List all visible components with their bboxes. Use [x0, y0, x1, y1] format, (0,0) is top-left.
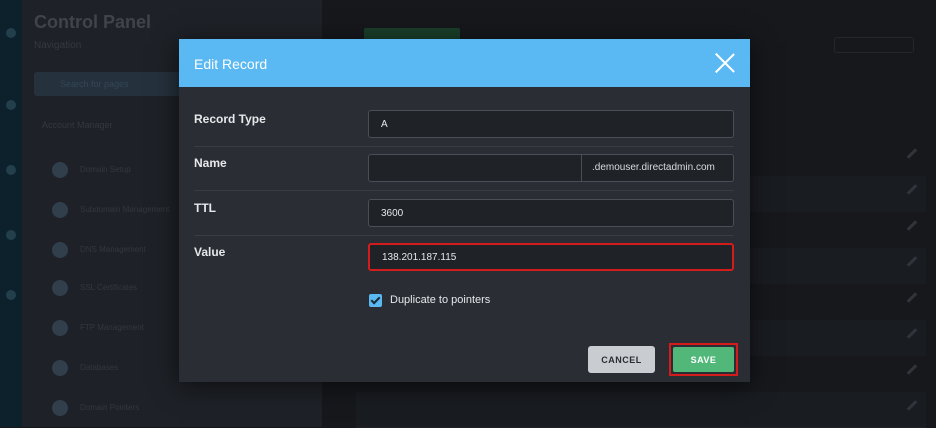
value-field[interactable] [368, 243, 734, 271]
divider [194, 190, 734, 191]
value-label: Value [194, 245, 226, 259]
name-label: Name [194, 156, 227, 170]
record-type-label: Record Type [194, 112, 266, 126]
dialog-header: Edit Record [179, 39, 750, 87]
save-button-highlight: SAVE [669, 343, 738, 376]
dialog-title: Edit Record [194, 56, 268, 72]
name-domain-suffix: .demouser.directadmin.com [582, 154, 734, 182]
ttl-label: TTL [194, 201, 216, 215]
duplicate-to-pointers-label[interactable]: Duplicate to pointers [390, 294, 490, 306]
edit-record-dialog: Edit Record Record Type Name .demouser.d… [179, 39, 750, 382]
close-icon[interactable] [714, 52, 736, 74]
ttl-field[interactable] [368, 199, 734, 227]
duplicate-to-pointers-checkbox[interactable] [369, 294, 382, 307]
divider [194, 146, 734, 147]
save-button[interactable]: SAVE [673, 347, 734, 372]
name-field[interactable] [368, 154, 582, 182]
cancel-button[interactable]: CANCEL [588, 346, 655, 373]
record-type-field[interactable] [368, 110, 734, 138]
divider [194, 235, 734, 236]
